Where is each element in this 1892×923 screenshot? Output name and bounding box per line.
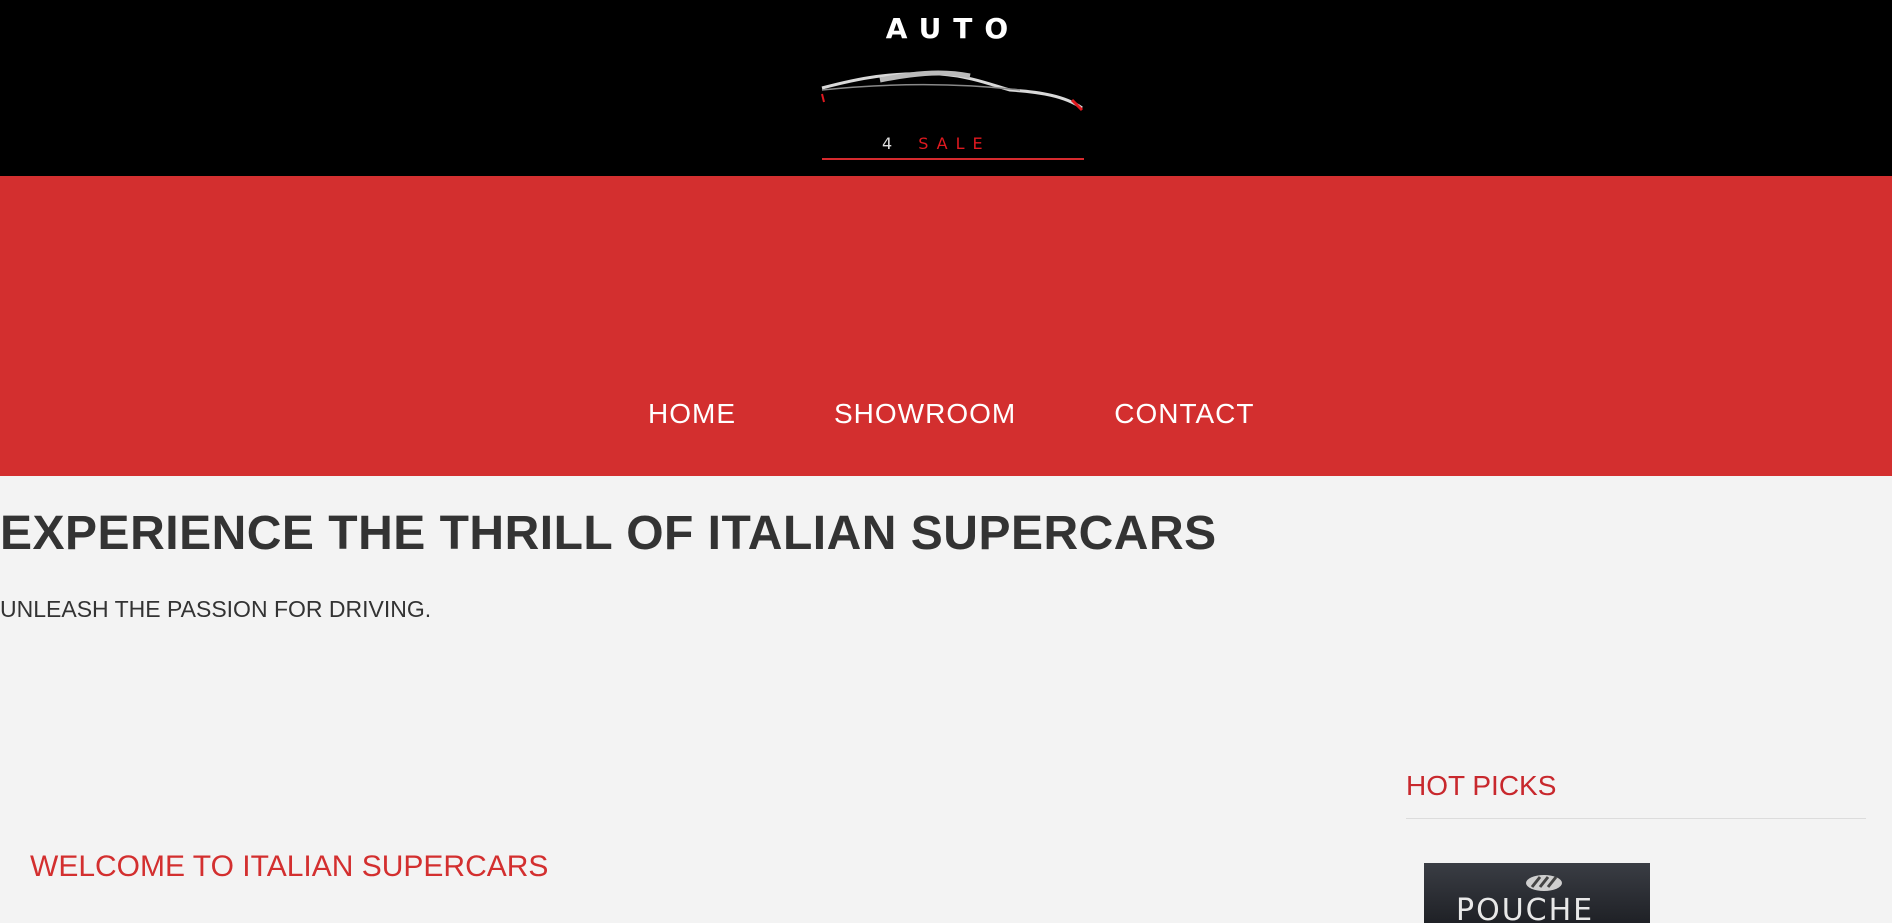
logo-underline [822, 158, 1084, 160]
hero-subtitle: UNLEASH THE PASSION FOR DRIVING. [0, 596, 432, 622]
site-header: AUTO 4 SALE [0, 0, 1892, 176]
thumbnail-brand-text: POUCHE [1456, 893, 1595, 923]
logo-sale-text: 4 SALE [882, 134, 991, 153]
hero-band [0, 176, 1892, 476]
nav-home-link[interactable]: HOME [648, 398, 736, 430]
main-nav: HOME SHOWROOM CONTACT [648, 398, 1254, 430]
brand-emblem-icon [1526, 875, 1562, 891]
logo-number: 4 [882, 134, 901, 153]
site-logo[interactable]: AUTO 4 SALE [820, 8, 1086, 164]
nav-contact-link[interactable]: CONTACT [1114, 398, 1254, 430]
logo-top-text: AUTO [885, 12, 1021, 45]
sidebar: HOT PICKS POUCHE [1406, 770, 1866, 923]
hero-title: EXPERIENCE THE THRILL OF ITALIAN SUPERCA… [0, 507, 1217, 560]
nav-showroom-link[interactable]: SHOWROOM [834, 398, 1016, 430]
logo-word: SALE [918, 134, 991, 153]
welcome-heading: WELCOME TO ITALIAN SUPERCARS [30, 850, 549, 883]
car-silhouette-icon [821, 70, 1084, 112]
hot-picks-heading: HOT PICKS [1406, 770, 1866, 819]
hot-pick-thumbnail[interactable]: POUCHE [1424, 863, 1650, 923]
